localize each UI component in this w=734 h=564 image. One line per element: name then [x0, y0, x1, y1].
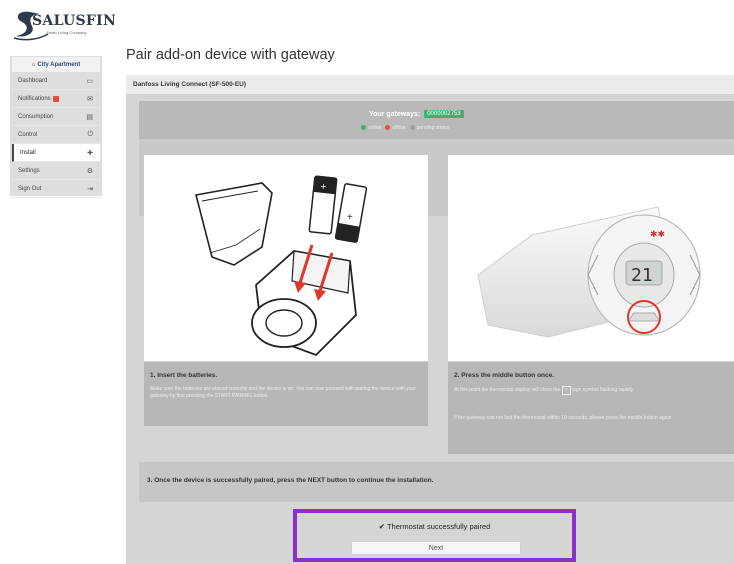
step2-box: 2. Press the middle button once. At this… [448, 362, 734, 454]
envelope-icon: ✉ [87, 95, 93, 103]
step1-text: Make sure the batteries are placed corre… [150, 386, 416, 399]
monitor-icon: ▭ [86, 77, 93, 85]
sidebar-item-label: Consumption [18, 113, 54, 120]
step3-text: 3. Once the device is successfully paire… [147, 477, 434, 484]
plus-icon: ✚ [87, 149, 93, 157]
step1-illustration: + + [144, 155, 428, 361]
sidebar-item-label: Notifications [18, 95, 51, 102]
next-button[interactable]: Next [351, 541, 521, 555]
pending-dot-icon [409, 125, 415, 131]
step2-illustration: 21 ✱✱ [448, 155, 734, 361]
chart-icon: ▤ [86, 113, 93, 121]
sidebar-item-label: Control [18, 131, 38, 138]
sidebar-item-label: Dashboard [18, 77, 48, 84]
page-title: Pair add-on device with gateway [126, 47, 335, 63]
sidebar-item-label: Install [20, 149, 36, 156]
step1-title: 1. Insert the batteries. [150, 372, 218, 379]
gear-icon: ⚙ [86, 167, 93, 175]
sign-out-icon: ⇥ [87, 185, 93, 193]
power-icon: ⏻ [87, 130, 93, 138]
gateway-status-legend: online offline pending status [361, 125, 449, 131]
sidebar-item-dashboard[interactable]: Dashboard ▭ [12, 72, 100, 90]
step1-box: 1. Insert the batteries. Make sure the b… [144, 362, 428, 426]
step2-title: 2. Press the middle button once. [454, 372, 555, 379]
sidebar-item-settings[interactable]: Settings ⚙ [12, 162, 100, 180]
location-selector[interactable]: ⌂ City Apartment [12, 57, 100, 72]
brand-name: SALUSFIN [32, 13, 117, 29]
online-dot-icon [361, 125, 366, 131]
pairing-panel: Danfoss Living Connect (SF-500-EU) Your … [126, 75, 734, 564]
gateway-bar: Your gateways: 0000002753 online offline… [139, 101, 734, 139]
brand-tagline: Smart Living Company [46, 30, 87, 35]
sidebar-item-consumption[interactable]: Consumption ▤ [12, 108, 100, 126]
legend-online: online [361, 125, 381, 131]
notification-badge [52, 95, 59, 102]
flashing-signal-icon: ᵞᵞ [561, 386, 571, 395]
sidebar-item-notifications[interactable]: Notifications ✉ [12, 90, 100, 108]
step3-bar: 3. Once the device is successfully paire… [139, 462, 734, 502]
step2-text-1: At this point the thermostat display wil… [454, 386, 635, 395]
thermostat-display-icon: 21 ✱✱ [477, 206, 701, 338]
step2-text-2: If the gateway can not find the thermost… [454, 415, 673, 421]
paired-confirmation-box: ✔ Thermostat successfully paired Next [293, 509, 576, 562]
checkmark-icon: ✔ [378, 522, 385, 531]
legend-pending: pending status [409, 125, 449, 131]
thermostat-batteries-icon: + + [195, 175, 368, 357]
paired-message: ✔ Thermostat successfully paired [297, 522, 572, 531]
svg-text:21: 21 [631, 265, 653, 286]
sidebar-item-label: Sign Out [18, 185, 42, 192]
sidebar-item-sign-out[interactable]: Sign Out ⇥ [12, 180, 100, 198]
svg-text:✱✱: ✱✱ [650, 230, 665, 240]
offline-dot-icon [385, 125, 391, 131]
home-icon: ⌂ [31, 61, 36, 68]
device-name: Danfoss Living Connect (SF-500-EU) [126, 75, 734, 94]
gateway-id-badge[interactable]: 0000002753 [424, 110, 464, 118]
paired-message-text: Thermostat successfully paired [386, 522, 491, 531]
brand-logo: SALUSFIN Smart Living Company [10, 8, 120, 44]
sidebar-item-control[interactable]: Control ⏻ [12, 126, 100, 144]
legend-offline: offline [385, 125, 406, 131]
sidebar-item-install[interactable]: Install ✚ [12, 144, 100, 162]
location-label: City Apartment [37, 61, 81, 68]
gateways-label: Your gateways: [369, 110, 421, 118]
sidebar-item-label: Settings [18, 167, 40, 174]
svg-text:+: + [319, 182, 327, 192]
sidebar: ⌂ City Apartment Dashboard ▭ Notificatio… [10, 56, 102, 198]
